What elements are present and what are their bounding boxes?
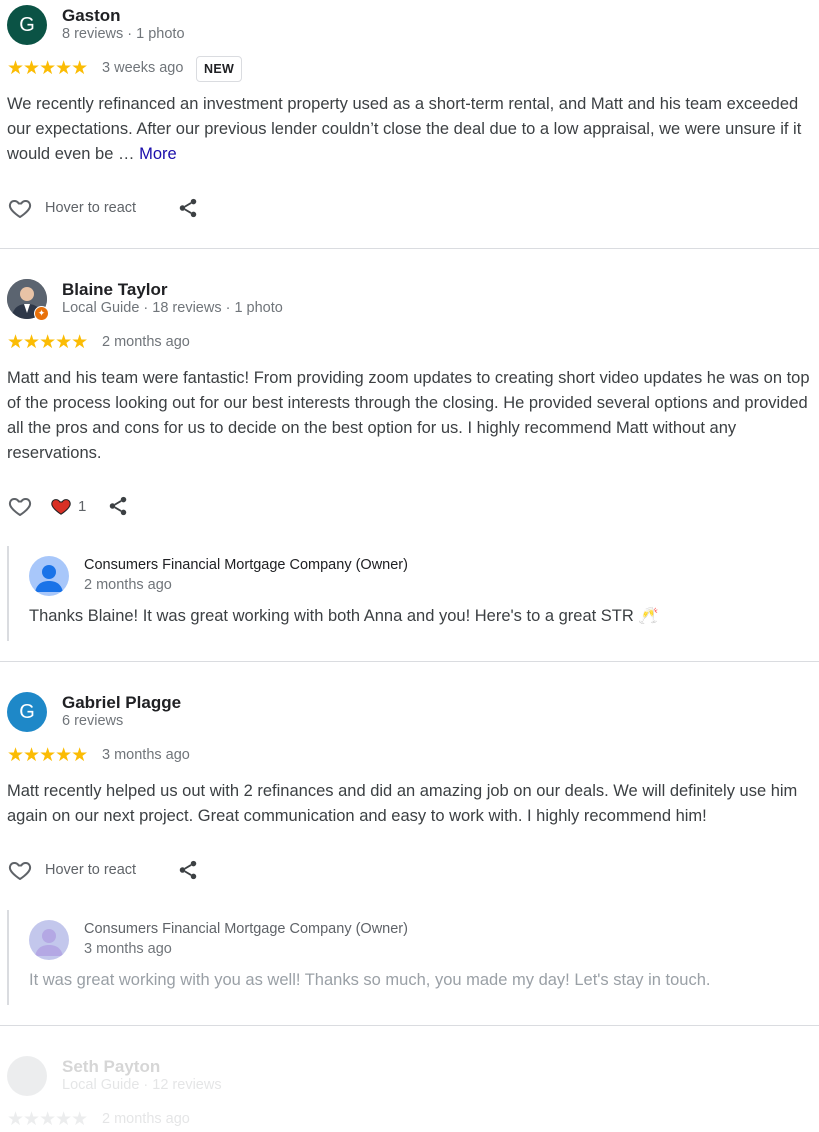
share-icon[interactable] [177, 197, 199, 219]
reaction-summary[interactable]: 1 [50, 496, 86, 516]
avatar[interactable] [7, 1056, 47, 1096]
heart-icon[interactable] [7, 196, 33, 220]
star-rating: ★★★★★ [7, 332, 88, 353]
review-date: 2 months ago [102, 334, 190, 350]
owner-avatar [29, 920, 69, 960]
share-icon[interactable] [177, 859, 199, 881]
new-badge: NEW [196, 56, 243, 82]
star-rating: ★★★★★ [7, 1109, 88, 1130]
reviewer-meta: 6 reviews [62, 713, 124, 729]
review-date: 2 months ago [102, 1111, 190, 1127]
review-text: Matt and his team were fantastic! From p… [7, 369, 810, 462]
reviewer-meta: Local Guide · 12 reviews [62, 1077, 222, 1093]
reviewer-name[interactable]: Seth Payton [62, 1057, 160, 1077]
avatar-letter: G [19, 700, 35, 723]
person-icon [35, 929, 63, 956]
heart-icon[interactable] [7, 858, 33, 882]
review-text: We recently refinanced an investment pro… [7, 92, 815, 167]
owner-response-bar [7, 546, 9, 641]
reviewer-meta: 8 reviews · 1 photo [62, 26, 185, 42]
reviewer-name[interactable]: Blaine Taylor [62, 280, 168, 300]
owner-response-date: 2 months ago [84, 577, 172, 593]
share-icon[interactable] [107, 495, 129, 517]
avatar[interactable]: ✦ [7, 279, 49, 321]
owner-response-text: It was great working with you as well! T… [29, 971, 711, 989]
local-guide-badge-icon: ✦ [34, 306, 49, 321]
person-icon [35, 565, 63, 592]
owner-name: Consumers Financial Mortgage Company (Ow… [84, 557, 408, 573]
review-text-body: We recently refinanced an investment pro… [7, 95, 802, 163]
avatar-letter: G [19, 13, 35, 36]
review-text: Matt recently helped us out with 2 refin… [7, 782, 798, 825]
reaction-count: 1 [78, 497, 87, 515]
reviewer-name[interactable]: Gabriel Plagge [62, 693, 181, 713]
reviewer-name[interactable]: Gaston [62, 6, 121, 26]
owner-name: Consumers Financial Mortgage Company (Ow… [84, 921, 408, 937]
hover-to-react-label: Hover to react [45, 200, 137, 216]
review-date: 3 months ago [102, 747, 190, 763]
review-date: 3 weeks ago [102, 60, 184, 76]
star-rating: ★★★★★ [7, 58, 88, 79]
divider [0, 248, 819, 249]
owner-response-text: Thanks Blaine! It was great working with… [29, 607, 659, 625]
owner-response-bar [7, 910, 9, 1005]
reviewer-meta: Local Guide · 18 reviews · 1 photo [62, 300, 283, 316]
avatar[interactable]: G [7, 5, 47, 45]
avatar[interactable]: G [7, 692, 47, 732]
filled-heart-icon [51, 499, 71, 515]
heart-icon[interactable] [7, 494, 33, 518]
star-rating: ★★★★★ [7, 745, 88, 766]
more-link[interactable]: More [139, 145, 177, 163]
divider [0, 1025, 819, 1026]
owner-response-date: 3 months ago [84, 941, 172, 957]
owner-avatar [29, 556, 69, 596]
divider [0, 661, 819, 662]
hover-to-react-label: Hover to react [45, 862, 137, 878]
